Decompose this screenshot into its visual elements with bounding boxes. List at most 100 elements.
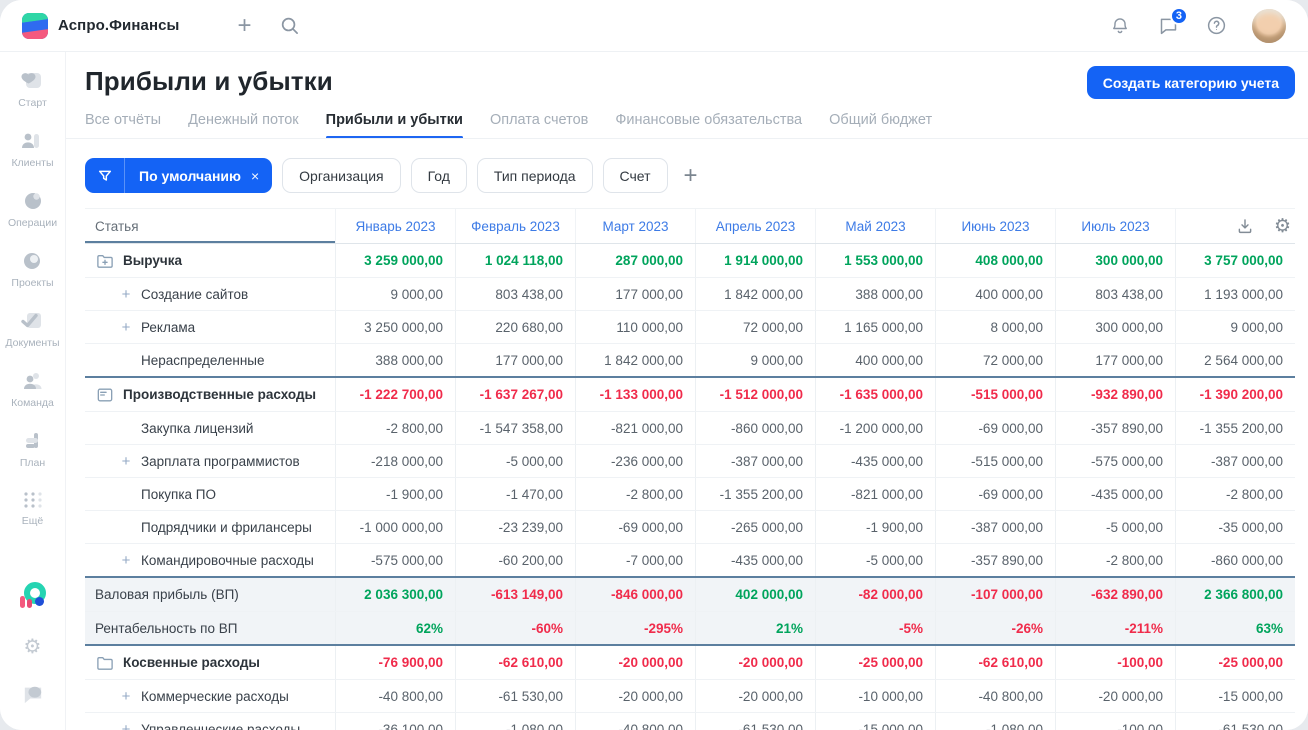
tab-budget[interactable]: Общий бюджет (829, 112, 932, 139)
table-row: + Коммерческие расходы -40 800,00 -61 530,0… (85, 679, 1295, 712)
sidebar-item-team[interactable]: Команда (11, 370, 54, 409)
app-window: Аспро.Финансы + 3 Старт Клиенты Операции… (0, 0, 1308, 730)
value-cell: -515 000,00 (935, 378, 1055, 411)
value-cell: -69 000,00 (575, 511, 695, 543)
notifications-bell-icon[interactable] (1108, 14, 1132, 38)
main-content: Прибыли и убытки Создать категорию учета… (66, 52, 1308, 730)
sidebar: Старт Клиенты Операции Проекты Документы… (0, 52, 66, 730)
messages-icon[interactable]: 3 (1156, 6, 1188, 38)
filter-preset-chip[interactable]: По умолчанию × (85, 158, 273, 193)
tab-obligations[interactable]: Финансовые обязательства (615, 112, 802, 139)
filter-chip-period-type[interactable]: Тип периода (476, 158, 593, 193)
value-cell: -1 080,00 (455, 713, 575, 730)
value-cell: -20 000,00 (575, 646, 695, 679)
value-cell: -435 000,00 (1055, 478, 1175, 510)
table-group-expense-3: Косвенные расходы -76 900,00 -62 610,00 -20… (85, 646, 1295, 730)
value-cell: -15 000,00 (815, 713, 935, 730)
row-label-cell: Валовая прибыль (ВП) (85, 578, 335, 611)
value-cell: -100,00 (1055, 646, 1175, 679)
row-label-cell: + Управленческие расходы (85, 713, 335, 730)
table-settings-gear-icon[interactable]: ⚙ (1274, 216, 1291, 236)
row-label: Коммерческие расходы (141, 688, 289, 704)
section-row[interactable]: Производственные расходы -1 222 700,00 -1 … (85, 378, 1295, 411)
value-cell: 408 000,00 (935, 244, 1055, 277)
value-cell: -1 355 200,00 (695, 478, 815, 510)
sidebar-item-plan[interactable]: План (20, 430, 45, 469)
row-label: Реклама (141, 319, 196, 335)
expand-plus-icon[interactable]: + (111, 286, 141, 303)
column-header-month: Май 2023 (815, 209, 935, 243)
value-cell: -1 133 000,00 (575, 378, 695, 411)
value-cell: -2 800,00 (335, 412, 455, 444)
add-filter-button[interactable]: + (684, 163, 698, 188)
filter-preset-clear-icon[interactable]: × (249, 168, 272, 184)
value-cell: -295% (575, 612, 695, 644)
sidebar-item-more[interactable]: Ещё (22, 490, 44, 527)
brand[interactable]: Аспро.Финансы (22, 12, 179, 39)
row-label: Валовая прибыль (ВП) (95, 587, 239, 602)
value-cell: 400 000,00 (935, 278, 1055, 310)
value-cell: 1 553 000,00 (815, 244, 935, 277)
tab-cash-flow[interactable]: Денежный поток (188, 112, 299, 139)
row-label: Косвенные расходы (123, 655, 260, 670)
quick-add-button[interactable]: + (237, 13, 251, 38)
expand-plus-icon[interactable]: + (111, 319, 141, 336)
value-cell: 388 000,00 (815, 278, 935, 310)
value-cell: -5 000,00 (815, 544, 935, 576)
expand-plus-icon[interactable]: + (111, 688, 141, 705)
filter-chip-year[interactable]: Год (410, 158, 467, 193)
support-chat-icon[interactable] (22, 684, 44, 704)
value-cell: 8 000,00 (935, 311, 1055, 343)
filter-chip-account[interactable]: Счет (602, 158, 668, 193)
value-cell: -2 800,00 (1055, 544, 1175, 576)
value-cell: 2 366 800,00 (1175, 578, 1295, 611)
value-cell: 220 680,00 (455, 311, 575, 343)
tab-invoices[interactable]: Оплата счетов (490, 112, 588, 139)
messages-badge: 3 (1169, 6, 1188, 25)
value-cell: 803 438,00 (455, 278, 575, 310)
value-cell: -435 000,00 (695, 544, 815, 576)
tab-all-reports[interactable]: Все отчёты (85, 112, 161, 139)
row-label-cell: Производственные расходы (85, 378, 335, 411)
column-header-month: Июль 2023 (1055, 209, 1175, 243)
filter-chip-organization[interactable]: Организация (282, 158, 401, 193)
folder-plus-icon (95, 251, 115, 271)
section-row[interactable]: Косвенные расходы -76 900,00 -62 610,00 -20… (85, 646, 1295, 679)
filter-preset-label: По умолчанию (139, 167, 241, 184)
create-category-button[interactable]: Создать категорию учета (1086, 66, 1295, 99)
sidebar-item-projects[interactable]: Проекты (11, 250, 54, 289)
expand-plus-icon[interactable]: + (111, 552, 141, 569)
aspro-footer-logo-icon[interactable] (19, 582, 46, 608)
user-avatar[interactable] (1252, 8, 1286, 43)
section-row[interactable]: Выручка 3 259 000,00 1 024 118,00 287 000,0… (85, 244, 1295, 277)
sidebar-item-operations[interactable]: Операции (8, 190, 57, 229)
value-cell: -20 000,00 (695, 646, 815, 679)
sidebar-item-documents[interactable]: Документы (5, 310, 60, 349)
value-cell: -1 900,00 (335, 478, 455, 510)
table-group-expense-1: Производственные расходы -1 222 700,00 -1 … (85, 378, 1295, 578)
sidebar-item-start[interactable]: Старт (18, 70, 47, 109)
row-label-cell: Косвенные расходы (85, 646, 335, 679)
expand-plus-icon[interactable]: + (111, 721, 141, 730)
clients-icon (20, 130, 44, 152)
search-icon[interactable] (277, 14, 301, 38)
help-icon[interactable] (1204, 14, 1228, 38)
value-cell: -860 000,00 (695, 412, 815, 444)
value-cell: 62% (335, 612, 455, 644)
documents-icon (20, 310, 44, 332)
column-header-month: Январь 2023 (335, 209, 455, 243)
value-cell: -387 000,00 (1175, 445, 1295, 477)
value-cell: 177 000,00 (1055, 344, 1175, 376)
expand-plus-icon[interactable]: + (111, 453, 141, 470)
table-row: Нераспределенные 388 000,00 177 000,00 1 84… (85, 343, 1295, 376)
team-icon (21, 370, 45, 392)
settings-gear-icon[interactable]: ⚙ (24, 636, 42, 656)
value-cell: 177 000,00 (575, 278, 695, 310)
value-cell: -69 000,00 (935, 412, 1055, 444)
export-download-icon[interactable] (1236, 217, 1254, 235)
sidebar-item-clients[interactable]: Клиенты (11, 130, 54, 169)
table-row: + Создание сайтов 9 000,00 803 438,00 177 00… (85, 277, 1295, 310)
value-cell: -1 355 200,00 (1175, 412, 1295, 444)
filter-funnel-icon[interactable] (85, 158, 125, 193)
tab-profit-loss[interactable]: Прибыли и убытки (325, 112, 464, 139)
